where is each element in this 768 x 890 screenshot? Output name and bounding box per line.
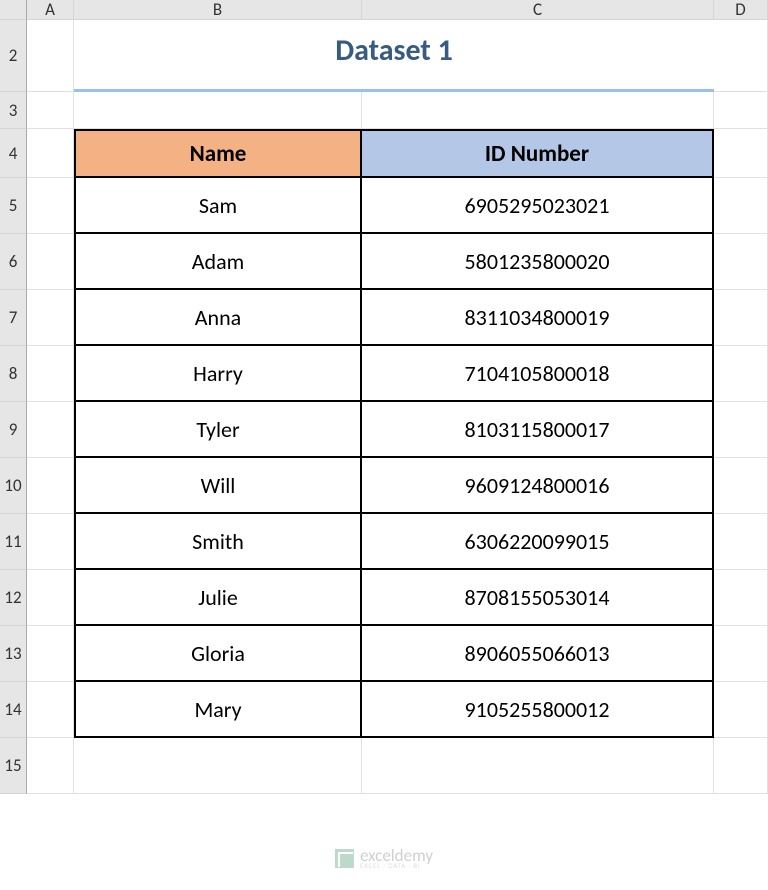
row-header-10[interactable]: 10 [0, 458, 27, 514]
cell-d2[interactable] [714, 20, 768, 92]
row-header-15[interactable]: 15 [0, 738, 27, 794]
cell-c15[interactable] [362, 738, 714, 794]
cell-a11[interactable] [27, 514, 74, 570]
title-cell[interactable]: Dataset 1 [74, 20, 714, 92]
cell-a15[interactable] [27, 738, 74, 794]
row-header-9[interactable]: 9 [0, 402, 27, 458]
cell-a14[interactable] [27, 682, 74, 738]
col-header-d[interactable]: D [714, 0, 768, 20]
data-name-0[interactable]: Sam [74, 178, 362, 234]
row-header-5[interactable]: 5 [0, 178, 27, 234]
row-header-6[interactable]: 6 [0, 234, 27, 290]
data-name-8[interactable]: Gloria [74, 626, 362, 682]
data-name-3[interactable]: Harry [74, 346, 362, 402]
cell-c3[interactable] [362, 92, 714, 129]
data-id-9[interactable]: 9105255800012 [362, 682, 714, 738]
cell-d8[interactable] [714, 346, 768, 402]
table-header-id[interactable]: ID Number [362, 129, 714, 178]
row-header-7[interactable]: 7 [0, 290, 27, 346]
data-name-6[interactable]: Smith [74, 514, 362, 570]
cell-d7[interactable] [714, 290, 768, 346]
row-header-3[interactable]: 3 [0, 92, 27, 129]
cell-a7[interactable] [27, 290, 74, 346]
spreadsheet-grid: A B C D 2 Dataset 1 3 4 Name ID Number 5… [0, 0, 768, 794]
cell-a13[interactable] [27, 626, 74, 682]
data-name-5[interactable]: Will [74, 458, 362, 514]
cell-a5[interactable] [27, 178, 74, 234]
cell-a2[interactable] [27, 20, 74, 92]
row-header-13[interactable]: 13 [0, 626, 27, 682]
cell-b15[interactable] [74, 738, 362, 794]
cell-d13[interactable] [714, 626, 768, 682]
cell-d15[interactable] [714, 738, 768, 794]
row-header-12[interactable]: 12 [0, 570, 27, 626]
watermark: exceldemy EXCEL · DATA · BI [335, 847, 433, 869]
cell-d11[interactable] [714, 514, 768, 570]
cell-b3[interactable] [74, 92, 362, 129]
data-id-4[interactable]: 8103115800017 [362, 402, 714, 458]
cell-a9[interactable] [27, 402, 74, 458]
cell-d4[interactable] [714, 129, 768, 178]
row-header-4[interactable]: 4 [0, 129, 27, 178]
watermark-text-stack: exceldemy EXCEL · DATA · BI [360, 847, 433, 869]
cell-d10[interactable] [714, 458, 768, 514]
data-name-9[interactable]: Mary [74, 682, 362, 738]
data-name-1[interactable]: Adam [74, 234, 362, 290]
cell-a10[interactable] [27, 458, 74, 514]
col-header-c[interactable]: C [362, 0, 714, 20]
cell-d5[interactable] [714, 178, 768, 234]
row-header-11[interactable]: 11 [0, 514, 27, 570]
cell-a8[interactable] [27, 346, 74, 402]
data-name-4[interactable]: Tyler [74, 402, 362, 458]
select-all-corner[interactable] [0, 0, 27, 20]
data-name-7[interactable]: Julie [74, 570, 362, 626]
data-id-8[interactable]: 8906055066013 [362, 626, 714, 682]
data-id-2[interactable]: 8311034800019 [362, 290, 714, 346]
cell-a6[interactable] [27, 234, 74, 290]
cell-d12[interactable] [714, 570, 768, 626]
data-id-6[interactable]: 6306220099015 [362, 514, 714, 570]
watermark-logo-icon [335, 849, 354, 868]
col-header-a[interactable]: A [27, 0, 74, 20]
col-header-b[interactable]: B [74, 0, 362, 20]
row-header-8[interactable]: 8 [0, 346, 27, 402]
watermark-subtext: EXCEL · DATA · BI [360, 862, 433, 869]
cell-a4[interactable] [27, 129, 74, 178]
data-name-2[interactable]: Anna [74, 290, 362, 346]
row-header-2[interactable]: 2 [0, 20, 27, 92]
data-id-5[interactable]: 9609124800016 [362, 458, 714, 514]
data-id-3[interactable]: 7104105800018 [362, 346, 714, 402]
cell-d9[interactable] [714, 402, 768, 458]
cell-d6[interactable] [714, 234, 768, 290]
data-id-0[interactable]: 6905295023021 [362, 178, 714, 234]
cell-d3[interactable] [714, 92, 768, 129]
cell-a12[interactable] [27, 570, 74, 626]
table-header-name[interactable]: Name [74, 129, 362, 178]
data-id-1[interactable]: 5801235800020 [362, 234, 714, 290]
data-id-7[interactable]: 8708155053014 [362, 570, 714, 626]
row-header-14[interactable]: 14 [0, 682, 27, 738]
cell-a3[interactable] [27, 92, 74, 129]
cell-d14[interactable] [714, 682, 768, 738]
